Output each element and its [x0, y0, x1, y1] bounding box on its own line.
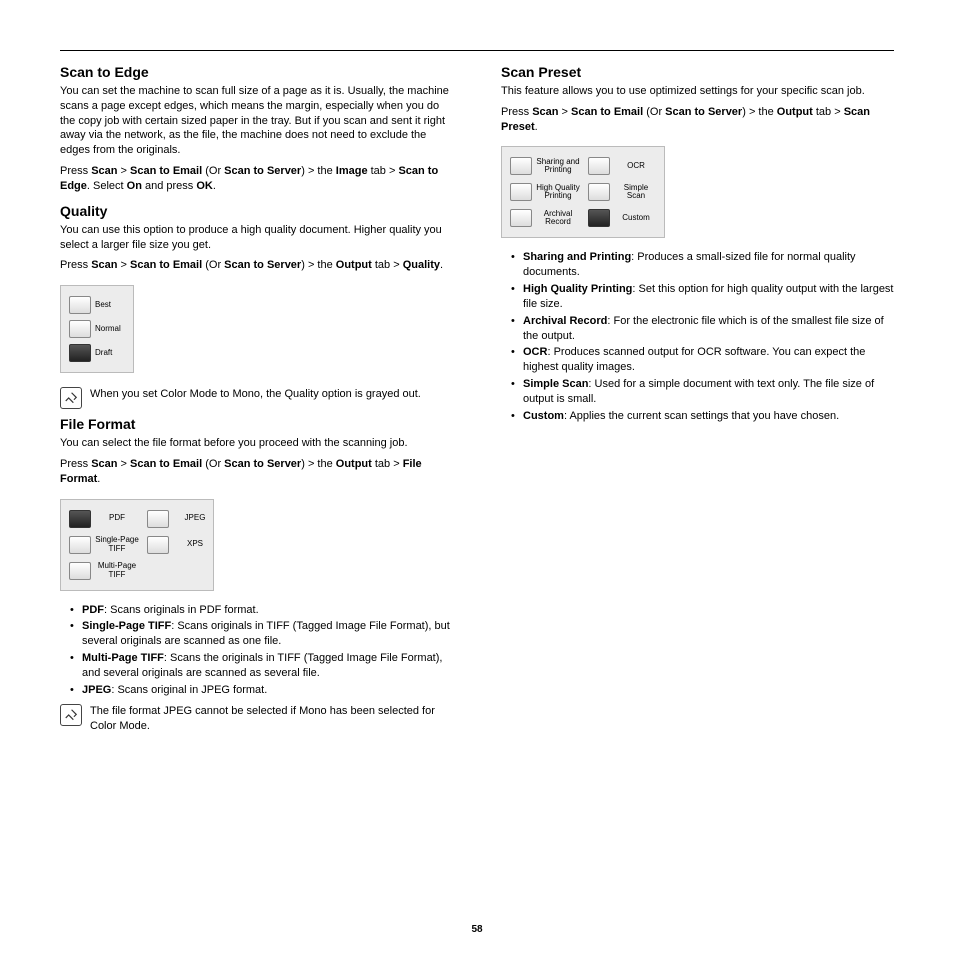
list-item: Simple Scan: Used for a simple document …	[501, 377, 894, 407]
option-swatch	[147, 536, 169, 554]
file-format-bullets: PDF: Scans originals in PDF format.Singl…	[60, 603, 453, 698]
option[interactable]: Archival Record	[510, 207, 580, 229]
nav-file-format: Press Scan > Scan to Email (Or Scan to S…	[60, 457, 453, 487]
option-label: OCR	[614, 162, 658, 170]
quality-option[interactable]: Best	[69, 294, 125, 316]
heading-file-format: File Format	[60, 415, 453, 434]
option[interactable]: Single-Page TIFF	[69, 534, 139, 556]
option[interactable]: OCR	[588, 155, 658, 177]
option-label: JPEG	[173, 514, 217, 522]
option[interactable]: High Quality Printing	[510, 181, 580, 203]
list-item: High Quality Printing: Set this option f…	[501, 282, 894, 312]
option-swatch	[588, 183, 610, 201]
option-swatch	[69, 536, 91, 554]
quality-option[interactable]: Draft	[69, 342, 125, 364]
option-label: Archival Record	[536, 210, 580, 227]
option[interactable]: Custom	[588, 207, 658, 229]
right-column: Scan Preset This feature allows you to u…	[501, 57, 894, 739]
left-column: Scan to Edge You can set the machine to …	[60, 57, 453, 739]
list-item: Custom: Applies the current scan setting…	[501, 409, 894, 424]
list-item: Archival Record: For the electronic file…	[501, 314, 894, 344]
list-item: Sharing and Printing: Produces a small-s…	[501, 250, 894, 280]
option-swatch	[69, 562, 91, 580]
option-swatch	[147, 510, 169, 528]
option-label: High Quality Printing	[536, 184, 580, 201]
option-swatch	[69, 510, 91, 528]
note-icon	[60, 387, 82, 409]
option-swatch	[510, 157, 532, 175]
nav-scan-to-edge: Press Scan > Scan to Email (Or Scan to S…	[60, 164, 453, 194]
scan-preset-bullets: Sharing and Printing: Produces a small-s…	[501, 250, 894, 423]
manual-page: Scan to Edge You can set the machine to …	[0, 0, 954, 954]
option-label: Draft	[95, 349, 125, 357]
quality-options-panel: Best Normal Draft	[60, 285, 134, 373]
note-file-format: The file format JPEG cannot be selected …	[60, 704, 453, 734]
option-swatch	[69, 344, 91, 362]
quality-option[interactable]: Normal	[69, 318, 125, 340]
option-swatch	[69, 296, 91, 314]
option-label: Single-Page TIFF	[95, 536, 139, 553]
option-label: Normal	[95, 325, 125, 333]
option-label: XPS	[173, 540, 217, 548]
option[interactable]: PDF	[69, 508, 139, 530]
page-number: 58	[0, 923, 954, 937]
body-scan-preset: This feature allows you to use optimized…	[501, 84, 894, 99]
option[interactable]: Simple Scan	[588, 181, 658, 203]
list-item: OCR: Produces scanned output for OCR sof…	[501, 345, 894, 375]
top-rule	[60, 50, 894, 51]
option[interactable]: JPEG	[147, 508, 217, 530]
option-label: Multi-Page TIFF	[95, 562, 139, 579]
option-label: Best	[95, 301, 125, 309]
scan-preset-options-panel: Sharing and Printing OCR High Quality Prin…	[501, 146, 665, 238]
list-item: Single-Page TIFF: Scans originals in TIF…	[60, 619, 453, 649]
option-swatch	[69, 320, 91, 338]
option[interactable]: Multi-Page TIFF	[69, 560, 139, 582]
nav-quality: Press Scan > Scan to Email (Or Scan to S…	[60, 258, 453, 273]
heading-scan-to-edge: Scan to Edge	[60, 63, 453, 82]
option-swatch	[588, 157, 610, 175]
file-format-options-panel: PDF JPEG Single-Page TIFF XPS Multi-Page TIF…	[60, 499, 214, 591]
heading-scan-preset: Scan Preset	[501, 63, 894, 82]
option[interactable]: XPS	[147, 534, 217, 556]
option-label: Simple Scan	[614, 184, 658, 201]
option-swatch	[510, 209, 532, 227]
option-swatch	[588, 209, 610, 227]
note-quality: When you set Color Mode to Mono, the Qua…	[60, 387, 453, 409]
body-quality: You can use this option to produce a hig…	[60, 223, 453, 253]
note-icon	[60, 704, 82, 726]
list-item: JPEG: Scans original in JPEG format.	[60, 683, 453, 698]
body-file-format: You can select the file format before yo…	[60, 436, 453, 451]
body-scan-to-edge: You can set the machine to scan full siz…	[60, 84, 453, 158]
option-label: Custom	[614, 214, 658, 222]
option-label: PDF	[95, 514, 139, 522]
option-swatch	[510, 183, 532, 201]
list-item: PDF: Scans originals in PDF format.	[60, 603, 453, 618]
option-label: Sharing and Printing	[536, 158, 580, 175]
nav-scan-preset: Press Scan > Scan to Email (Or Scan to S…	[501, 105, 894, 135]
heading-quality: Quality	[60, 202, 453, 221]
option[interactable]: Sharing and Printing	[510, 155, 580, 177]
list-item: Multi-Page TIFF: Scans the originals in …	[60, 651, 453, 681]
